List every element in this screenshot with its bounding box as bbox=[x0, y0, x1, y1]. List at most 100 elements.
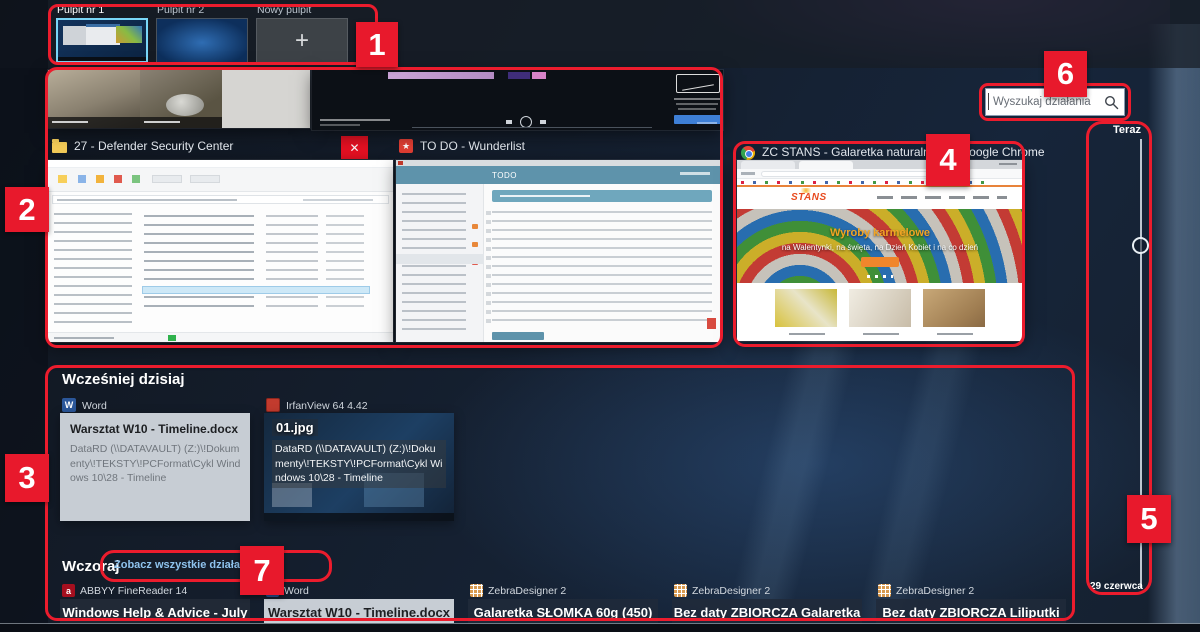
fake-checkboxes bbox=[486, 208, 491, 328]
card-title: Bez daty ZBIORCZA Galaretka bbox=[672, 605, 862, 620]
ribbon-chip bbox=[78, 175, 86, 183]
timeline-slider-handle[interactable] bbox=[1132, 237, 1149, 254]
fake-text bbox=[678, 108, 716, 110]
ribbon-chip bbox=[96, 175, 104, 183]
progress-bar bbox=[412, 127, 652, 128]
card-title: Bez daty ZBIORCZA Liliputki bbox=[876, 605, 1066, 620]
product-photo-1 bbox=[775, 289, 837, 327]
app-label: ABBYY FineReader 14 bbox=[80, 585, 187, 597]
chrome-window-thumbnail[interactable]: STANS Wyroby karmelowe na Walentynki, na… bbox=[737, 160, 1023, 341]
text-caret bbox=[988, 93, 989, 110]
mini-screenshot-taskbar bbox=[264, 513, 454, 521]
panel-graphic bbox=[676, 74, 720, 93]
activity-card-irfanview[interactable]: 01.jpg DataRD (\\DATAVAULT) (Z:)\!Dokume… bbox=[264, 413, 454, 521]
ribbon-chip bbox=[114, 175, 122, 183]
mini-toolbar bbox=[737, 169, 1023, 179]
folder-icon bbox=[52, 142, 67, 153]
fake-text bbox=[500, 195, 590, 197]
hero-subtitle: na Walentynki, na święta, na Dzień Kobie… bbox=[737, 243, 1023, 252]
wallpaper-beams bbox=[560, 330, 1080, 620]
fake-task-rows bbox=[492, 208, 712, 328]
fake-caption-text bbox=[52, 121, 88, 123]
explorer-window-title: 27 - Defender Security Center bbox=[74, 139, 233, 153]
wunderlist-window-thumbnail[interactable]: TODO bbox=[396, 160, 720, 342]
media-app-thumbnail[interactable] bbox=[312, 70, 723, 130]
search-icon[interactable] bbox=[1104, 95, 1119, 110]
chrome-window-title: ZC STANS - Galaretka naturalnie... - Goo… bbox=[762, 145, 1045, 159]
left-edge-shade bbox=[0, 0, 48, 632]
mini-titlebar bbox=[48, 160, 393, 168]
card-title: Galaretka SŁOMKA 60g (450) bbox=[468, 605, 658, 620]
annotation-label-1: 1 bbox=[356, 22, 398, 67]
card-title: 01.jpg bbox=[272, 419, 318, 436]
count-badge bbox=[472, 224, 478, 229]
show-done-button bbox=[492, 332, 544, 340]
mini-address-bar bbox=[52, 195, 389, 204]
activity-card[interactable]: Windows Help & Advice - July bbox=[60, 599, 250, 623]
mini-statusbar bbox=[48, 332, 393, 342]
bottom-edge-strip bbox=[0, 624, 1200, 632]
image-viewer-thumbnail[interactable] bbox=[48, 70, 310, 128]
abbyy-icon: a bbox=[62, 584, 75, 597]
wunderlist-header: TODO bbox=[396, 166, 720, 184]
desktop-1-label: Pulpit nr 1 bbox=[57, 4, 104, 16]
ribbon-chip bbox=[58, 175, 67, 183]
zebradesigner-icon bbox=[470, 584, 483, 597]
explorer-window-thumbnail[interactable] bbox=[48, 160, 393, 342]
card-path: DataRD (\\DATAVAULT) (Z:)\!Dokumenty\!TE… bbox=[272, 440, 446, 488]
section-heading-yesterday: Wczoraj bbox=[62, 558, 120, 575]
app-label: Word bbox=[284, 585, 309, 597]
activity-card[interactable]: Galaretka SŁOMKA 60g (450) bbox=[468, 599, 658, 623]
fake-caption-text bbox=[144, 121, 180, 123]
wunderlist-main bbox=[484, 184, 720, 342]
activity-card[interactable]: Bez daty ZBIORCZA Galaretka bbox=[672, 599, 862, 623]
app-label: ZebraDesigner 2 bbox=[488, 585, 566, 597]
irfanview-app-label: IrfanView 64 4.42 bbox=[286, 400, 368, 412]
mini-tab-active bbox=[799, 161, 853, 169]
mini-nav-pane bbox=[54, 210, 132, 330]
mini-app-icon bbox=[398, 161, 403, 165]
sun-logo-rays bbox=[799, 188, 813, 193]
fake-text bbox=[320, 119, 390, 121]
product-caption bbox=[863, 333, 899, 335]
site-brand: STANS bbox=[791, 192, 827, 203]
activity-card[interactable]: Warsztat W10 - Timeline.docx bbox=[264, 599, 454, 623]
annotation-label-4: 4 bbox=[926, 134, 970, 186]
section-heading-earlier-today: Wcześniej dzisiaj bbox=[62, 371, 185, 388]
mini-taskbar bbox=[58, 57, 146, 61]
status-green-chip bbox=[168, 335, 176, 341]
mini-bookmarks-bar bbox=[737, 179, 1023, 187]
product-photo-3 bbox=[923, 289, 985, 327]
mini-window bbox=[86, 24, 120, 45]
fake-text bbox=[320, 124, 360, 126]
product-photo-2 bbox=[849, 289, 911, 327]
purple-bar bbox=[532, 72, 546, 79]
wunderlist-icon: ★ bbox=[399, 139, 413, 153]
photo-bowl bbox=[166, 94, 204, 116]
desktop-3-label: Nowy pulpit bbox=[257, 4, 311, 16]
card-title: Windows Help & Advice - July bbox=[60, 605, 250, 620]
annotation-label-6: 6 bbox=[1044, 51, 1087, 97]
mini-ribbon bbox=[48, 168, 393, 192]
red-flag-icon bbox=[707, 318, 716, 329]
activity-card-word[interactable]: Warsztat W10 - Timeline.docx DataRD (\\D… bbox=[60, 413, 250, 521]
fake-text bbox=[54, 337, 114, 339]
add-task-row bbox=[492, 190, 712, 202]
count-badge bbox=[472, 242, 478, 247]
ribbon-chip bbox=[152, 175, 182, 183]
mini-window bbox=[116, 26, 142, 43]
mini-tab bbox=[741, 161, 795, 169]
zebradesigner-icon bbox=[878, 584, 891, 597]
activity-card[interactable]: Bez daty ZBIORCZA Liliputki bbox=[876, 599, 1066, 623]
fake-text bbox=[674, 98, 720, 100]
desktop-1-thumbnail[interactable] bbox=[56, 18, 148, 63]
selected-list bbox=[396, 254, 484, 264]
annotation-label-7: 7 bbox=[240, 546, 284, 595]
desktop-2-thumbnail[interactable] bbox=[156, 18, 248, 63]
close-window-button[interactable]: ✕ bbox=[341, 136, 368, 159]
carousel-dots bbox=[867, 275, 893, 278]
desktop-new-thumbnail[interactable]: + bbox=[256, 18, 348, 63]
nav-arrows bbox=[741, 172, 755, 175]
header-icons bbox=[680, 172, 710, 175]
card-title: Warsztat W10 - Timeline.docx bbox=[264, 605, 454, 620]
